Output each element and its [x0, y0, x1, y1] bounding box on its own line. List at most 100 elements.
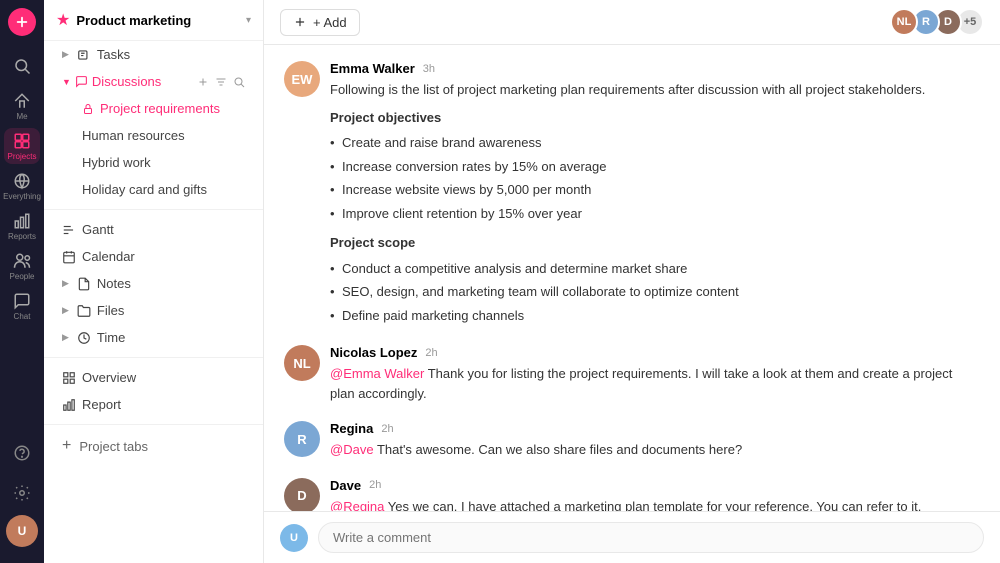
list-item: Conduct a competitive analysis and deter… [330, 257, 980, 281]
discussions-icon [75, 75, 88, 88]
project-objectives-heading: Project objectives [330, 108, 980, 128]
sidebar-item-tasks[interactable]: ▶ Tasks [50, 42, 257, 67]
project-scope-heading: Project scope [330, 233, 980, 253]
expand-icon: ▶ [62, 49, 69, 60]
home-button[interactable]: Me [4, 88, 40, 124]
sidebar-item-hybrid-work[interactable]: Hybrid work [50, 150, 257, 175]
notes-label: Notes [97, 276, 131, 291]
avatar-1: NL [890, 8, 918, 36]
avatar-emma: EW [284, 61, 320, 97]
reports-label: Reports [8, 232, 36, 241]
dave-text: Yes we can. I have attached a marketing … [388, 499, 922, 512]
avatar-dave: D [284, 478, 320, 512]
comment-input[interactable] [318, 522, 984, 553]
author-nicolas: Nicolas Lopez [330, 345, 417, 360]
message-header-regina: Regina 2h [330, 421, 980, 436]
regina-text: That's awesome. Can we also share files … [377, 442, 742, 457]
projects-button[interactable]: Projects [4, 128, 40, 164]
message-header-nicolas: Nicolas Lopez 2h [330, 345, 980, 360]
time-nicolas: 2h [425, 347, 437, 359]
project-requirements-label: Project requirements [100, 101, 220, 116]
message-text-emma: Following is the list of project marketi… [330, 80, 980, 327]
time-dave: 2h [369, 479, 381, 491]
main-content: + Add NL R D +5 EW Emma Walker 3h Follow… [264, 0, 1000, 563]
search-discussions-icon[interactable] [233, 76, 245, 88]
time-label: Time [97, 330, 125, 345]
message-regina: R Regina 2h @Dave That's awesome. Can we… [284, 421, 980, 460]
gantt-label: Gantt [82, 222, 114, 237]
calendar-icon [62, 250, 76, 264]
comment-user-avatar: U [280, 524, 308, 552]
people-button[interactable]: People [4, 248, 40, 284]
everything-button[interactable]: Everything [4, 168, 40, 204]
message-content-regina: Regina 2h @Dave That's awesome. Can we a… [330, 421, 980, 460]
sidebar-item-calendar[interactable]: Calendar [50, 244, 257, 269]
people-label: People [10, 272, 35, 281]
sidebar-item-gantt[interactable]: Gantt [50, 217, 257, 242]
notes-icon [77, 277, 91, 291]
mention-dave: @Dave [330, 442, 374, 457]
message-nicolas: NL Nicolas Lopez 2h @Emma Walker Thank y… [284, 345, 980, 403]
message-text-regina: @Dave That's awesome. Can we also share … [330, 440, 980, 460]
message-content-nicolas: Nicolas Lopez 2h @Emma Walker Thank you … [330, 345, 980, 403]
author-emma: Emma Walker [330, 61, 415, 76]
sidebar-item-human-resources[interactable]: Human resources [50, 123, 257, 148]
message-emma: EW Emma Walker 3h Following is the list … [284, 61, 980, 327]
gantt-icon [62, 223, 76, 237]
main-header: + Add NL R D +5 [264, 0, 1000, 45]
sidebar-item-files[interactable]: ▶ Files [50, 298, 257, 323]
mention-regina: @Regina [330, 499, 384, 512]
overview-label: Overview [82, 370, 136, 385]
list-item: Increase conversion rates by 15% on aver… [330, 155, 980, 179]
sidebar-item-discussions[interactable]: ▼ Discussions [50, 69, 257, 94]
project-tabs-label: Project tabs [79, 439, 148, 454]
author-regina: Regina [330, 421, 373, 436]
project-header[interactable]: ★ Product marketing ▾ [44, 0, 263, 41]
mention-emma: @Emma Walker [330, 366, 424, 381]
avatar-group: NL R D +5 [890, 8, 984, 36]
expand-arrow-icon: ▼ [62, 77, 71, 87]
help-button[interactable] [4, 435, 40, 471]
list-item: Create and raise brand awareness [330, 131, 980, 155]
search-button[interactable] [4, 48, 40, 84]
tasks-label: Tasks [97, 47, 130, 62]
tasks-icon [77, 48, 91, 62]
reports-button[interactable]: Reports [4, 208, 40, 244]
add-button-label: + Add [313, 15, 347, 30]
message-header-dave: Dave 2h [330, 478, 980, 493]
plus-icon [293, 15, 307, 29]
avatar-regina: R [284, 421, 320, 457]
message-content-dave: Dave 2h @Regina Yes we can. I have attac… [330, 478, 980, 512]
projects-label: Projects [8, 152, 37, 161]
list-item: Increase website views by 5,000 per mont… [330, 178, 980, 202]
project-title: Product marketing [76, 13, 240, 28]
sidebar-item-overview[interactable]: Overview [50, 365, 257, 390]
sidebar-item-holiday-card[interactable]: Holiday card and gifts [50, 177, 257, 202]
time-icon [77, 331, 91, 345]
global-add-button[interactable] [8, 8, 36, 36]
list-item: Define paid marketing channels [330, 304, 980, 328]
chat-button[interactable]: Chat [4, 288, 40, 324]
add-content-button[interactable]: + Add [280, 9, 360, 36]
files-label: Files [97, 303, 124, 318]
calendar-label: Calendar [82, 249, 135, 264]
sidebar-item-project-requirements[interactable]: Project requirements [50, 96, 257, 121]
sidebar-item-notes[interactable]: ▶ Notes [50, 271, 257, 296]
report-icon [62, 398, 76, 412]
notes-expand-icon: ▶ [62, 278, 69, 289]
user-avatar-button[interactable]: U [6, 515, 38, 547]
sidebar-item-report[interactable]: Report [50, 392, 257, 417]
project-objectives-list: Create and raise brand awareness Increas… [330, 131, 980, 225]
settings-button[interactable] [4, 475, 40, 511]
filter-icon[interactable] [215, 76, 227, 88]
everything-label: Everything [3, 192, 41, 201]
add-discussion-icon[interactable] [197, 76, 209, 88]
list-item: Improve client retention by 15% over yea… [330, 202, 980, 226]
overview-icon [62, 371, 76, 385]
time-emma: 3h [423, 63, 435, 75]
avatar-nicolas: NL [284, 345, 320, 381]
time-regina: 2h [381, 423, 393, 435]
sidebar-item-time[interactable]: ▶ Time [50, 325, 257, 350]
project-tabs-button[interactable]: + Project tabs [50, 432, 257, 460]
message-text-nicolas: @Emma Walker Thank you for listing the p… [330, 364, 980, 403]
